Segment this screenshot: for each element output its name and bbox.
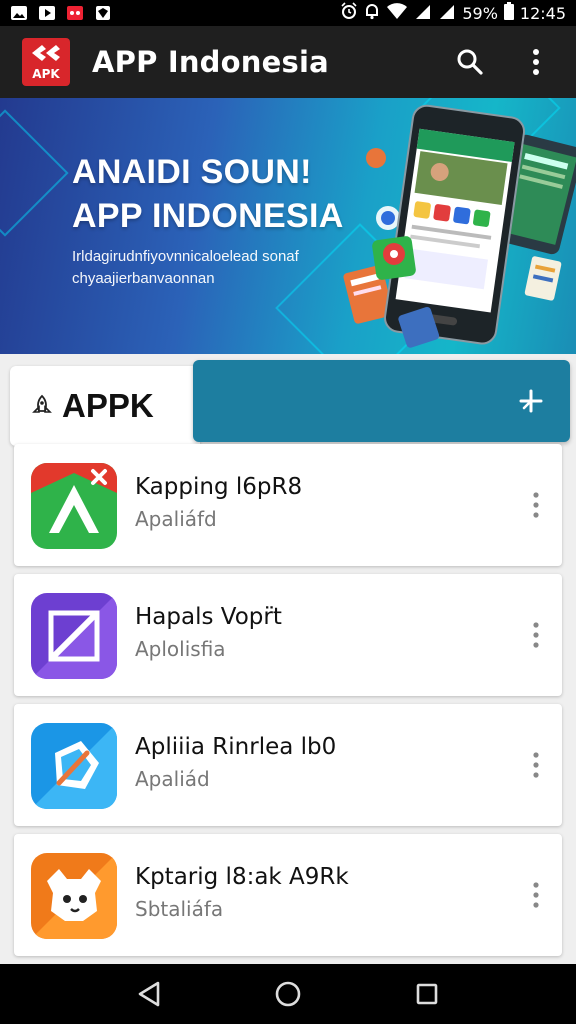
video-icon [38,5,56,21]
back-icon [139,981,160,1007]
section-label-card: APPK [10,366,200,446]
battery-icon [503,2,514,24]
list-item[interactable]: Apliiia Rinrlea lb0 Apaliád [14,704,562,826]
app-category: Apaliáfd [135,507,217,531]
banner-headline-line1: ANAIDI SOUN! [72,153,312,191]
search-button[interactable] [452,44,488,80]
banner-subtext: Irldagirudnfiyovnnicaloelead sonaf chyaa… [72,248,299,287]
promo-banner[interactable]: ANAIDI SOUN! APP INDONESIA Irldagirudnfi… [0,98,576,354]
item-more-button[interactable] [524,485,548,525]
rocket-icon [32,394,52,413]
app-icon-blue [31,723,117,809]
signal-icon [438,2,456,24]
more-vert-icon [533,492,539,518]
more-vert-icon [533,752,539,778]
home-button[interactable] [264,970,312,1018]
list-item[interactable]: Hapals Vopr̈t Aplolisfia [14,574,562,696]
item-more-button[interactable] [524,745,548,785]
list-item[interactable]: Kapping l6pR8 Apaliáfd [14,444,562,566]
phone-illustration [343,104,576,348]
app-bar: APK APP Indonesia [0,26,576,98]
section-action-button[interactable] [193,360,570,442]
recents-button[interactable] [403,970,451,1018]
banner-headline: ANAIDI SOUN! APP INDONESIA [72,150,344,238]
screen: 59% 12:45 APK APP Indonesia ANAIDI SOUN!… [0,0,576,1024]
overflow-menu-button[interactable] [518,44,554,80]
app-list: Kapping l6pR8 Apaliáfd Hapals Vopr̈t Ap… [14,444,562,964]
recents-icon [416,983,437,1005]
more-vert-icon [533,622,539,648]
app-name: Kptarig l8:ak A9Rk [135,864,349,890]
wifi-icon [386,2,408,24]
add-icon [519,389,543,413]
back-button[interactable] [125,970,173,1018]
app-name: Apliiia Rinrlea lb0 [135,734,337,760]
logo-mark-icon [32,45,60,61]
status-bar: 59% 12:45 [0,0,576,26]
section-header: APPK [10,360,570,446]
app-category: Sbtaliáfa [135,897,224,921]
app-logo: APK [22,38,70,86]
app-category: Apaliád [135,767,210,791]
more-vert-icon [533,882,539,908]
gallery-icon [10,5,28,21]
logo-text: APK [32,67,60,81]
notification-icon [364,2,380,24]
app-category: Aplolisfia [135,637,226,661]
battery-level: 59% [462,3,498,23]
app-icon-purple [31,593,117,679]
item-more-button[interactable] [524,875,548,915]
item-more-button[interactable] [524,615,548,655]
alarm-icon [340,2,358,24]
list-item[interactable]: Kptarig l8:ak A9Rk Sbtaliáfa [14,834,562,956]
clock: 12:45 [519,3,566,23]
banner-headline-line2: APP INDONESIA [72,197,344,235]
shield-icon [94,5,112,21]
more-vert-icon [533,49,539,75]
search-icon [457,49,483,75]
app-name: Kapping l6pR8 [135,474,303,500]
app-icon-green-red [31,463,117,549]
section-title: APPK [62,387,154,424]
app-title: APP Indonesia [92,45,329,79]
banner-decoration [0,109,69,237]
home-icon [275,981,301,1007]
app-name: Hapals Vopr̈t [135,604,282,630]
game-icon [66,5,84,21]
app-icon-orange [31,853,117,939]
signal-icon [414,2,432,24]
navigation-bar [0,964,576,1024]
